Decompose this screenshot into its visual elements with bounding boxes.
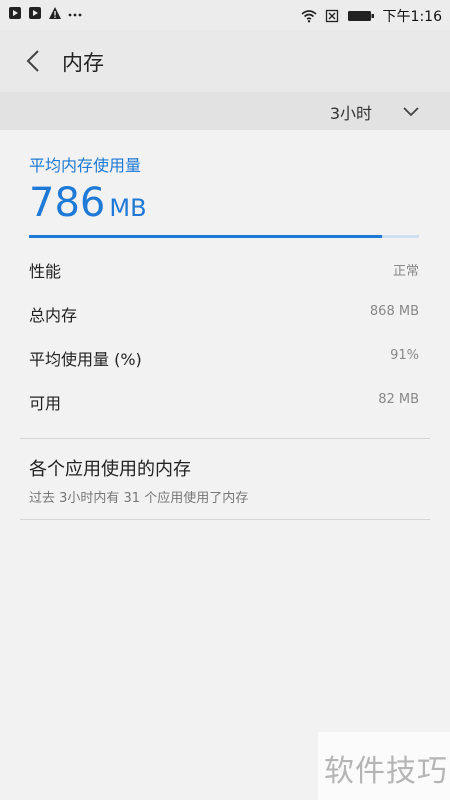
status-bar: 下午1:16 <box>0 0 450 30</box>
app-memory-title: 各个应用使用的内存 <box>29 459 191 480</box>
watermark: 软件技巧 <box>318 732 450 800</box>
time-range-selector[interactable]: 3小时 <box>0 92 450 130</box>
stat-row-total-memory: 总内存 868 MB <box>29 302 419 326</box>
warning-icon <box>49 7 61 19</box>
more-dots-icon <box>68 13 82 17</box>
divider <box>20 438 430 439</box>
average-memory-label: 平均内存使用量 <box>29 156 142 175</box>
no-sim-icon <box>325 9 338 23</box>
status-time: 下午1:16 <box>382 9 442 25</box>
chevron-down-icon[interactable] <box>402 102 420 120</box>
average-memory-unit: MB <box>109 194 147 222</box>
status-left-icons <box>8 6 82 20</box>
wifi-icon <box>301 10 317 23</box>
stat-label: 性能 <box>29 262 62 281</box>
play-icon <box>29 7 41 19</box>
stat-row-available: 可用 82 MB <box>29 390 419 414</box>
stat-value: 868 MB <box>369 304 419 319</box>
watermark-text: 软件技巧 <box>324 754 448 789</box>
status-right: 下午1:16 <box>301 6 442 26</box>
play-icon <box>9 7 21 19</box>
stat-label: 平均使用量 (%) <box>29 350 142 369</box>
app-memory-usage-item[interactable]: 各个应用使用的内存 过去 3小时内有 31 个应用使用了内存 <box>29 455 429 506</box>
stat-label: 可用 <box>29 394 62 413</box>
memory-usage-bar <box>29 235 419 238</box>
stat-row-performance: 性能 正常 <box>29 258 419 282</box>
title-bar: 内存 <box>0 30 450 92</box>
average-memory-value: 786 MB <box>29 180 147 226</box>
stat-value: 82 MB <box>378 392 419 407</box>
time-range-label[interactable]: 3小时 <box>330 100 372 124</box>
stat-value: 91% <box>390 348 419 363</box>
back-arrow-icon[interactable] <box>22 48 46 74</box>
stat-row-average-usage: 平均使用量 (%) 91% <box>29 346 419 370</box>
page-title: 内存 <box>62 51 104 75</box>
app-memory-subtitle: 过去 3小时内有 31 个应用使用了内存 <box>29 491 249 506</box>
divider <box>20 519 430 520</box>
battery-icon <box>347 11 374 21</box>
stat-label: 总内存 <box>29 306 78 325</box>
average-memory-number: 786 <box>29 180 106 226</box>
stat-value: 正常 <box>392 264 419 279</box>
memory-usage-bar-fill <box>29 235 382 238</box>
